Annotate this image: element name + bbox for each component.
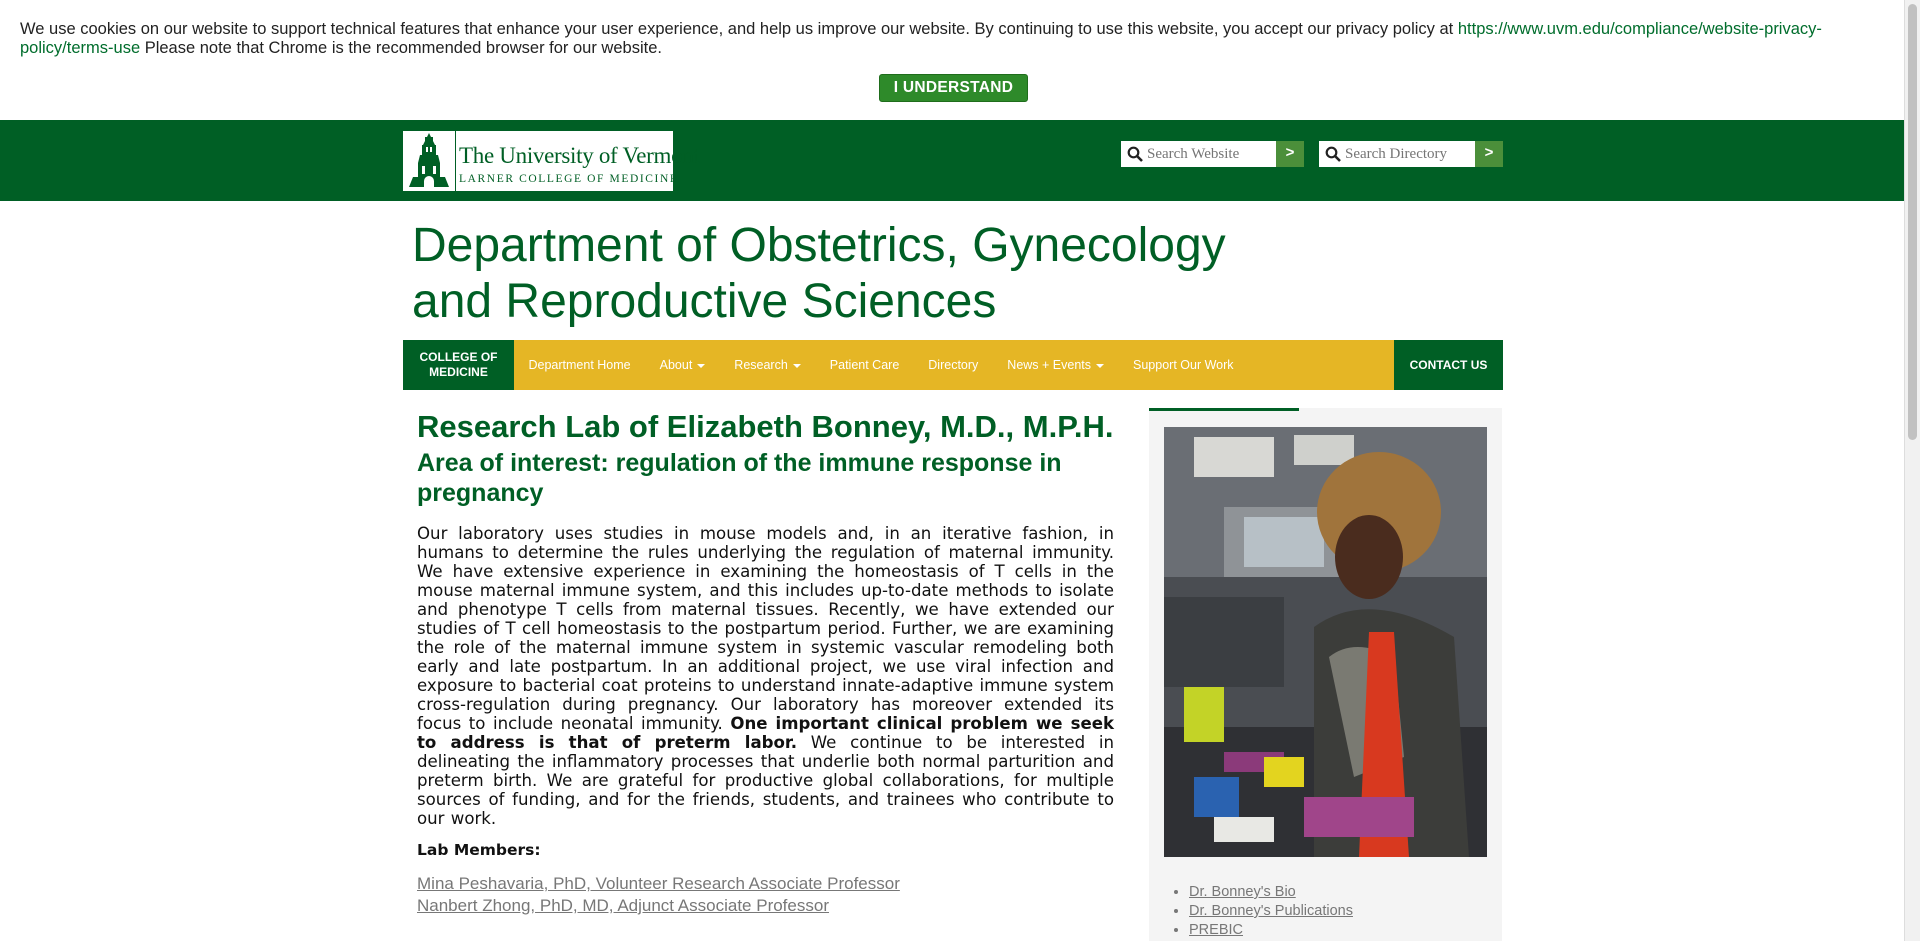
contact-us-button[interactable]: CONTACT US — [1394, 340, 1503, 390]
cookie-message: We use cookies on our website to support… — [20, 20, 1870, 58]
lab-members-list: Mina Peshavaria, PhD, Volunteer Research… — [417, 873, 1114, 917]
search-website-input[interactable] — [1147, 144, 1272, 164]
scrollbar-thumb[interactable] — [1908, 4, 1917, 440]
caret-down-icon — [1096, 363, 1105, 368]
nav-item-label: News + Events — [1007, 358, 1092, 372]
nav-item-support-our-work[interactable]: Support Our Work — [1119, 358, 1249, 372]
nav-item-label: Directory — [928, 358, 979, 372]
sidebar-link-item: Dr. Bonney's Bio — [1189, 883, 1353, 902]
lab-title: Research Lab of Elizabeth Bonney, M.D., … — [417, 409, 1114, 444]
lab-member-link[interactable]: Mina Peshavaria, PhD, Volunteer Research… — [417, 873, 1114, 895]
page-scrollbar[interactable] — [1904, 0, 1920, 941]
nav-item-directory[interactable]: Directory — [914, 358, 993, 372]
nav-item-research[interactable]: Research — [720, 358, 816, 372]
search-directory-box: > — [1319, 141, 1503, 167]
nav-item-label: Patient Care — [829, 358, 900, 372]
sidebar-link-item: Dr. Bonney's Publications — [1189, 902, 1353, 921]
university-name: The University of Vermont — [459, 143, 700, 168]
dr-bonney-publications-link[interactable]: Dr. Bonney's Publications — [1189, 903, 1353, 919]
nav-item-news-events[interactable]: News + Events — [993, 358, 1119, 372]
lab-description-part-1: Our laboratory uses studies in mouse mod… — [417, 524, 1114, 733]
search-icon — [1325, 146, 1341, 162]
uvm-logo[interactable]: The University of Vermont LARNER COLLEGE… — [403, 131, 700, 191]
search-directory-input[interactable] — [1345, 144, 1471, 164]
nav-item-label: Support Our Work — [1133, 358, 1234, 372]
nav-item-patient-care[interactable]: Patient Care — [815, 358, 913, 372]
uvm-tower-logo-icon — [403, 131, 456, 191]
main-content: Research Lab of Elizabeth Bonney, M.D., … — [417, 408, 1114, 917]
nav-item-label: Department Home — [528, 358, 631, 372]
lab-member-link[interactable]: Nanbert Zhong, PhD, MD, Adjunct Associat… — [417, 895, 1114, 917]
department-title: Department of Obstetrics, Gynecology and… — [412, 219, 1226, 328]
sidebar-tab-indicator — [1149, 408, 1299, 411]
cookie-browser-note: Please note that Chrome is the recommend… — [140, 39, 662, 57]
dr-bonney-bio-link[interactable]: Dr. Bonney's Bio — [1189, 884, 1296, 900]
cookie-banner: We use cookies on our website to support… — [0, 0, 1905, 121]
site-header — [0, 120, 1905, 201]
college-name: LARNER COLLEGE OF MEDICINE — [459, 173, 679, 185]
prebic-link[interactable]: PREBIC — [1189, 922, 1243, 938]
nav-item-about[interactable]: About — [645, 358, 720, 372]
search-website-submit-button[interactable]: > — [1276, 141, 1304, 167]
caret-down-icon — [697, 363, 706, 368]
nav-item-label: About — [659, 358, 693, 372]
lab-photo — [1164, 427, 1487, 857]
nav-menu: Department Home About Research Patient C… — [514, 340, 1248, 390]
department-nav: COLLEGE OF MEDICINE Department Home Abou… — [403, 340, 1503, 390]
sidebar-link-item: PREBIC — [1189, 921, 1353, 940]
nav-item-label: Research — [734, 358, 788, 372]
search-icon — [1127, 146, 1143, 162]
lab-description: Our laboratory uses studies in mouse mod… — [417, 524, 1114, 828]
lab-members-label: Lab Members: — [417, 841, 541, 859]
area-of-interest-heading: Area of interest: regulation of the immu… — [417, 449, 1062, 507]
cookie-text: We use cookies on our website to support… — [20, 20, 1458, 38]
sidebar-links: Dr. Bonney's Bio Dr. Bonney's Publicatio… — [1171, 883, 1353, 940]
college-of-medicine-link[interactable]: COLLEGE OF MEDICINE — [403, 340, 514, 390]
search-website-box: > — [1121, 141, 1304, 167]
i-understand-button[interactable]: I UNDERSTAND — [879, 74, 1028, 102]
sidebar: Dr. Bonney's Bio Dr. Bonney's Publicatio… — [1149, 408, 1502, 941]
nav-item-department-home[interactable]: Department Home — [514, 358, 645, 372]
caret-down-icon — [792, 363, 801, 368]
search-directory-submit-button[interactable]: > — [1475, 141, 1503, 167]
